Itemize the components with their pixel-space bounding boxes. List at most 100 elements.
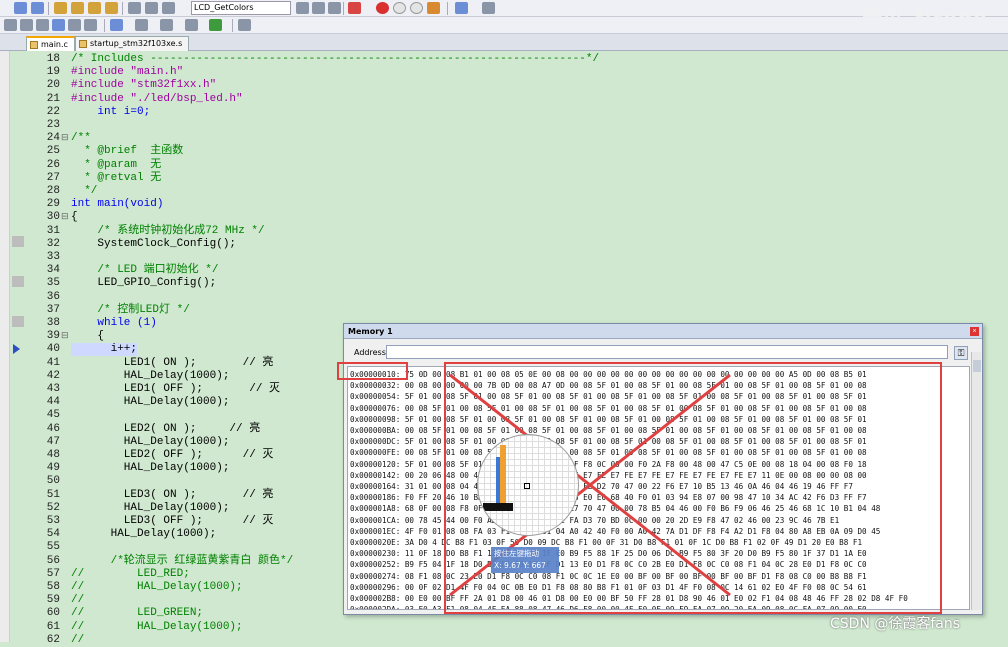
line-number: 61 [46, 620, 60, 633]
line-number: 24 [46, 132, 60, 145]
code-line[interactable]: HAL_Delay(1000); [71, 528, 217, 541]
code-line[interactable]: // [71, 634, 84, 647]
code-line[interactable]: /*轮流显示 红绿蓝黄紫青白 颜色*/ [71, 555, 294, 568]
code-line[interactable]: #include "./led/bsp_led.h" [71, 93, 243, 106]
bookmark-icon[interactable] [54, 2, 67, 14]
code-line[interactable]: /* LED 端口初始化 */ [71, 264, 218, 277]
forward-icon[interactable] [31, 2, 44, 14]
run-icon[interactable] [20, 19, 33, 31]
code-line[interactable]: int i=0; [71, 106, 150, 119]
code-line[interactable]: int main(void) [71, 198, 163, 211]
step-out-icon[interactable] [84, 19, 97, 31]
function-select[interactable]: LCD_GetColors [191, 1, 291, 15]
fold-toggle-icon[interactable]: ⊟ [61, 211, 70, 224]
line-number: 41 [46, 356, 60, 369]
code-line[interactable]: * @param 无 [71, 159, 161, 172]
fold-toggle-icon[interactable]: ⊟ [61, 330, 70, 343]
find-icon[interactable] [312, 2, 325, 14]
code-line[interactable]: LED3( OFF ); // 灭 [71, 515, 274, 528]
code-line[interactable]: i++; [71, 343, 138, 357]
code-line[interactable]: * @brief 主函数 [71, 145, 183, 158]
code-line[interactable]: LED1( ON ); // 亮 [71, 357, 274, 370]
step-icon[interactable] [52, 19, 65, 31]
code-line[interactable]: * @retval 无 [71, 172, 161, 185]
unindent-icon[interactable] [145, 2, 158, 14]
code-line[interactable]: LED1( OFF ); // 灭 [71, 383, 280, 396]
code-line[interactable]: HAL_Delay(1000); [71, 396, 230, 409]
stop-icon[interactable] [36, 19, 49, 31]
file-icon [79, 40, 87, 48]
configure-icon[interactable] [482, 2, 495, 14]
bookmark-next-icon[interactable] [88, 2, 101, 14]
highlight-address-box [337, 362, 408, 380]
breakpoint-disable-icon[interactable] [393, 2, 406, 14]
debug-icon[interactable] [348, 2, 361, 14]
code-line[interactable]: LED2( OFF ); // 灭 [71, 449, 274, 462]
call-stack-icon[interactable] [209, 19, 222, 31]
code-line[interactable]: #include "stm32f1xx.h" [71, 79, 216, 92]
line-number: 33 [46, 251, 60, 263]
code-line[interactable]: HAL_Delay(1000); [71, 436, 230, 449]
breakpoint-clear-icon[interactable] [410, 2, 423, 14]
bookmark-prev-icon[interactable] [71, 2, 84, 14]
line-number: 18 [46, 53, 60, 65]
code-line[interactable]: */ [71, 185, 97, 198]
code-line[interactable]: /* Includes ----------------------------… [71, 53, 599, 66]
code-line[interactable]: { [71, 330, 104, 343]
code-line[interactable]: // HAL_Delay(1000); [71, 621, 243, 634]
comment-icon[interactable] [162, 2, 175, 14]
back-icon[interactable] [14, 2, 27, 14]
bookmark-clear-icon[interactable] [105, 2, 118, 14]
editor-tabbar: main.c startup_stm32f103xe.s [0, 34, 1008, 51]
code-line[interactable]: /* 系统时钟初始化成72 MHz */ [71, 225, 264, 238]
code-line[interactable]: /** [71, 132, 91, 145]
line-number: 53 [46, 515, 60, 527]
step-over-icon[interactable] [68, 19, 81, 31]
editor-gutter[interactable] [0, 51, 10, 642]
registers-icon[interactable] [185, 19, 198, 31]
window-layout-icon[interactable] [455, 2, 468, 14]
code-line[interactable]: // LED_GREEN; [71, 607, 203, 620]
line-number: 37 [46, 303, 60, 316]
code-line[interactable]: SystemClock_Config(); [71, 238, 236, 251]
code-line[interactable]: HAL_Delay(1000); [71, 370, 230, 383]
command-window-icon[interactable] [110, 19, 123, 31]
code-line[interactable]: /* 控制LED灯 */ [71, 304, 189, 317]
memory-scrollbar[interactable] [971, 352, 981, 610]
lock-icon[interactable]: ⚿ [954, 346, 968, 360]
code-line[interactable]: { [71, 211, 78, 224]
code-line[interactable]: LED_GPIO_Config(); [71, 277, 216, 290]
close-icon[interactable]: × [970, 327, 979, 336]
toolbar-separator [343, 2, 344, 15]
disassembly-icon[interactable] [135, 19, 148, 31]
indent-icon[interactable] [128, 2, 141, 14]
code-line[interactable]: #include "main.h" [71, 66, 183, 79]
code-line[interactable]: HAL_Delay(1000); [71, 502, 230, 515]
code-line[interactable]: while (1) [71, 317, 156, 330]
code-line[interactable]: // LED_RED; [71, 568, 190, 581]
code-line[interactable]: // [71, 594, 84, 607]
fold-toggle-icon[interactable]: ⊟ [61, 132, 70, 145]
code-line[interactable]: LED3( ON ); // 亮 [71, 489, 274, 502]
code-line[interactable]: LED2( ON ); // 亮 [71, 423, 260, 436]
symbols-icon[interactable] [160, 19, 173, 31]
scroll-thumb[interactable] [973, 360, 981, 372]
line-number: 30 [46, 211, 60, 224]
tools-icon[interactable] [238, 19, 251, 31]
code-line[interactable]: // HAL_Delay(1000); [71, 581, 243, 594]
line-number: 32 [46, 237, 60, 250]
reset-icon[interactable] [4, 19, 17, 31]
magnifier-hint: 按住左键拖动 [494, 549, 539, 558]
tab-label: startup_stm32f103xe.s [90, 39, 183, 48]
dropdown-arrow-icon[interactable] [296, 2, 309, 14]
code-line[interactable]: HAL_Delay(1000); [71, 462, 230, 475]
line-number: 38 [46, 317, 60, 329]
find-in-files-icon[interactable] [328, 2, 341, 14]
tab-main-c[interactable]: main.c [26, 36, 75, 51]
main-toolbar: LCD_GetColors 野火_firege [0, 0, 1008, 30]
tab-startup-file[interactable]: startup_stm32f103xe.s [75, 36, 190, 51]
breakpoint-icon[interactable] [376, 2, 389, 14]
kill-breakpoints-icon[interactable] [427, 2, 440, 14]
line-number: 48 [46, 449, 60, 461]
toolbar-separator [122, 2, 123, 15]
